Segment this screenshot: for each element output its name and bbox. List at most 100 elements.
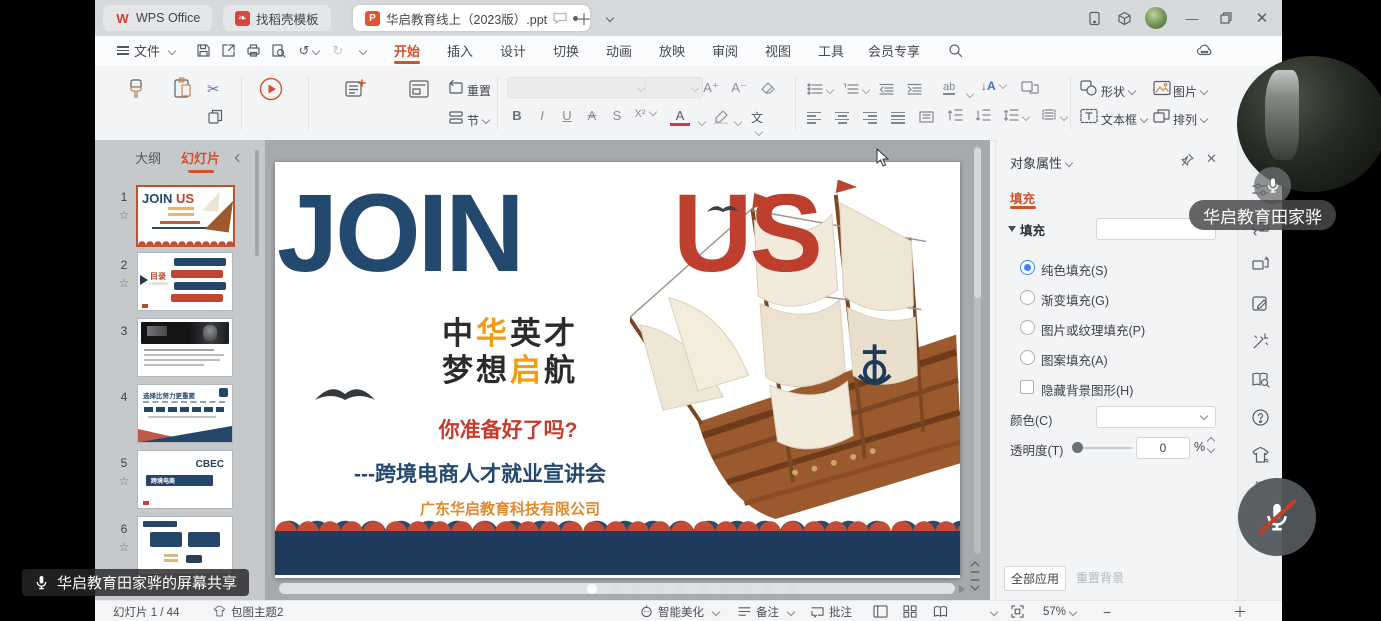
text-direction-button[interactable]: ↓A [981,79,1006,93]
zoom-percent[interactable]: 57% [1043,601,1076,621]
line-spacing-increase-icon[interactable] [947,109,963,127]
slide-star-icon[interactable]: ☆ [115,474,133,488]
paragraph-settings-icon[interactable] [1041,109,1067,127]
gradient-fill-radio[interactable] [1020,290,1035,305]
play-options-chevron[interactable] [987,601,997,621]
skin-shirt-icon[interactable] [1251,446,1270,465]
panel-title[interactable]: 对象属性 [1010,153,1072,172]
numbering-icon[interactable] [843,82,869,100]
solid-fill-label[interactable]: 纯色填充(S) [1041,260,1108,279]
text-convert-icon[interactable] [1021,79,1039,100]
tab-review[interactable]: 审阅 [701,36,749,65]
fit-window-button[interactable] [1011,601,1024,621]
thumbnail-scrollbar[interactable] [255,150,259,256]
tab-template-store[interactable]: ❧ 找稻壳模板 [223,5,331,31]
play-from-page-icon[interactable] [258,76,284,107]
help-icon[interactable] [1251,408,1270,427]
font-color-chevron[interactable] [695,114,705,132]
picture-fill-radio[interactable] [1020,320,1035,335]
workspace-cube-icon[interactable] [1113,8,1135,28]
wps-home-button[interactable]: W WPS Office [103,5,212,31]
slide-thumbnail-4[interactable]: 选择比努力更重要 [137,384,233,443]
format-painter-icon[interactable] [125,78,147,105]
restore-button[interactable] [1215,8,1237,28]
solid-fill-radio[interactable] [1020,260,1035,275]
print-icon[interactable] [241,36,265,65]
phonetic-guide-button[interactable]: 文 [747,109,767,140]
smart-beautify-button[interactable]: 智能美化 [640,601,719,621]
pattern-fill-radio[interactable] [1020,350,1035,365]
tab-design[interactable]: 设计 [489,36,537,65]
reading-view-button[interactable] [933,601,948,621]
decrease-font-icon[interactable]: A⁻ [729,80,749,96]
highlight-icon[interactable] [713,110,729,129]
section-label[interactable]: 节 [467,112,489,129]
arrange-label[interactable]: 排列 [1173,111,1207,128]
tab-home[interactable]: 开始 [383,36,431,65]
slide-thumbnail-1[interactable]: JOIN US [136,185,235,247]
line-height-icon[interactable] [1003,109,1029,127]
user-avatar[interactable] [1145,7,1167,29]
paste-icon[interactable] [171,76,195,105]
fill-tab[interactable]: 填充 [1010,188,1035,207]
italic-button[interactable]: I [532,108,552,123]
pattern-fill-label[interactable]: 图案填充(A) [1041,350,1108,369]
picture-icon[interactable] [1153,80,1171,101]
previous-slide-button[interactable] [968,560,986,576]
char-spacing-button[interactable]: ab [943,81,955,95]
hide-background-checkbox[interactable] [1020,380,1034,394]
slide-star-icon[interactable]: ☆ [115,208,133,222]
textbox-icon[interactable] [1080,108,1098,129]
decrease-indent-icon[interactable] [879,82,894,100]
highlight-chevron[interactable] [731,114,741,132]
tab-animation[interactable]: 动画 [595,36,643,65]
new-tab-button[interactable]: ＋ [573,8,595,28]
undo-button[interactable]: ↺ [294,36,324,65]
normal-view-button[interactable] [873,601,888,621]
close-panel-icon[interactable]: ✕ [1206,151,1217,167]
slide-thumbnail-6[interactable] [137,516,233,575]
export-icon[interactable] [216,36,240,65]
underline-button[interactable]: U [557,108,577,123]
slide-sorter-button[interactable] [903,601,917,621]
tab-tools[interactable]: 工具 [807,36,855,65]
pin-icon[interactable] [1180,152,1195,172]
align-right-icon[interactable] [863,110,877,121]
slide-thumbnail-3[interactable] [137,318,233,377]
tab-slideshow[interactable]: 放映 [648,36,696,65]
vertical-scrollbar-track[interactable] [974,146,981,554]
beautify-wand-icon[interactable] [1251,332,1270,351]
switch-slides-icon[interactable] [1251,256,1270,275]
increase-indent-icon[interactable] [907,82,922,100]
copy-icon[interactable] [207,108,224,130]
mobile-sync-icon[interactable] [1083,8,1105,28]
cloud-sync-icon[interactable] [1191,36,1217,65]
tab-slides[interactable]: 幻灯片 [181,148,220,167]
transparency-slider-handle[interactable] [1072,442,1083,453]
strikethrough-button[interactable]: A [582,108,602,123]
arrange-icon[interactable] [1153,108,1171,129]
increase-font-icon[interactable]: A⁺ [701,80,721,96]
distribute-icon[interactable] [919,110,934,128]
slide-thumbnail-2[interactable]: 目录 CONTENT [137,252,233,311]
align-left-icon[interactable] [807,110,821,121]
file-menu[interactable]: 文件 [111,36,181,65]
transparency-value-input[interactable]: 0 [1136,437,1190,459]
hide-background-label[interactable]: 隐藏背景图形(H) [1041,380,1133,399]
search-icon[interactable] [943,36,967,65]
webcam-mic-badge[interactable] [1254,167,1291,204]
reset-icon[interactable] [447,78,465,101]
textbox-label[interactable]: 文本框 [1101,111,1147,128]
gradient-fill-label[interactable]: 渐变填充(G) [1041,290,1109,309]
vertical-scrollbar-thumb[interactable] [974,148,981,298]
resource-pen-icon[interactable] [1251,294,1270,313]
close-button[interactable]: ✕ [1251,8,1273,28]
font-color-button[interactable]: A [670,108,690,126]
bullets-icon[interactable] [807,82,833,100]
section-icon[interactable] [447,108,465,131]
tab-outline[interactable]: 大纲 [135,148,161,167]
apply-all-button[interactable]: 全部应用 [1004,566,1066,591]
minimize-button[interactable]: — [1181,8,1203,28]
align-center-icon[interactable] [835,110,849,121]
line-spacing-decrease-icon[interactable] [975,109,991,127]
